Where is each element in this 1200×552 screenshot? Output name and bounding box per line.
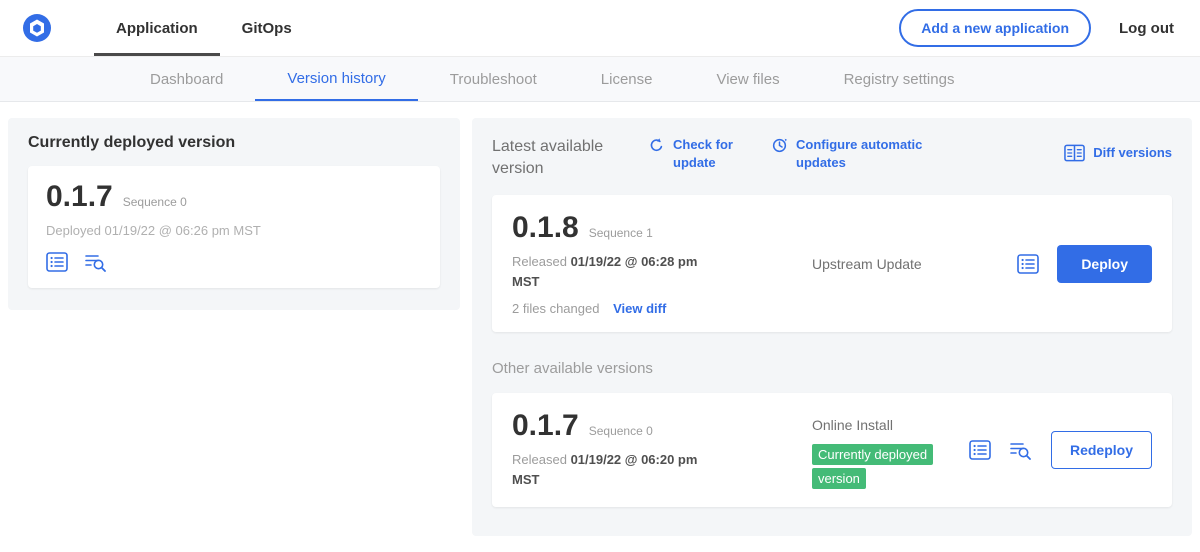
subnav-license[interactable]: License [569, 57, 685, 101]
main-content: Currently deployed version 0.1.7 Sequenc… [0, 102, 1200, 552]
latest-version-card: 0.1.8 Sequence 1 Released 01/19/22 @ 06:… [492, 195, 1172, 332]
deployed-actions [46, 252, 422, 272]
tab-application[interactable]: Application [94, 0, 220, 56]
topnav-right: Add a new application Log out [899, 9, 1174, 47]
currently-deployed-badge: Currently deployed version [812, 444, 933, 489]
available-versions-header: Latest available version Check for updat… [492, 136, 1172, 179]
tab-gitops[interactable]: GitOps [220, 0, 314, 56]
currently-deployed-panel: Currently deployed version 0.1.7 Sequenc… [8, 118, 460, 310]
check-for-update-label: Check for update [673, 136, 745, 171]
other-released-timestamp: Released 01/19/22 @ 06:20 pm MST [512, 450, 717, 489]
latest-version-actions: Deploy [1017, 245, 1152, 283]
currently-deployed-title: Currently deployed version [28, 134, 440, 152]
latest-files-row: 2 files changed View diff [512, 301, 812, 316]
other-version-source: Online Install [812, 417, 893, 433]
configure-updates-button[interactable]: Configure automatic updates [771, 136, 946, 171]
other-version-row: 0.1.7 Sequence 0 [512, 409, 812, 443]
other-version-info: 0.1.7 Sequence 0 Released 01/19/22 @ 06:… [512, 409, 812, 491]
subnav-registry-settings[interactable]: Registry settings [812, 57, 987, 101]
configure-updates-label: Configure automatic updates [796, 136, 946, 171]
subnav-troubleshoot[interactable]: Troubleshoot [418, 57, 569, 101]
currently-deployed-badge-wrap: Currently deployed version [812, 443, 964, 491]
release-notes-icon[interactable] [1017, 254, 1039, 274]
tab-application-label: Application [116, 20, 198, 37]
latest-version-row: 0.1.8 Sequence 1 [512, 211, 812, 245]
top-navbar: Application GitOps Add a new application… [0, 0, 1200, 57]
other-sequence-label: Sequence 0 [589, 424, 653, 438]
deployed-version-row: 0.1.7 Sequence 0 [46, 180, 422, 214]
topnav-tabs: Application GitOps [94, 0, 314, 56]
release-notes-icon[interactable] [46, 252, 68, 272]
check-for-update-button[interactable]: Check for update [648, 136, 745, 171]
latest-version-number: 0.1.8 [512, 211, 579, 245]
latest-sequence-label: Sequence 1 [589, 226, 653, 240]
secondary-navbar: Dashboard Version history Troubleshoot L… [0, 57, 1200, 102]
auto-updates-icon [771, 137, 788, 171]
deployed-sequence-label: Sequence 0 [123, 195, 187, 209]
other-versions-title: Other available versions [492, 360, 1172, 377]
logout-link[interactable]: Log out [1119, 20, 1174, 37]
other-version-number: 0.1.7 [512, 409, 579, 443]
tab-gitops-label: GitOps [242, 20, 292, 37]
available-versions-panel: Latest available version Check for updat… [472, 118, 1192, 536]
view-diff-link[interactable]: View diff [613, 301, 666, 316]
latest-version-source: Upstream Update [812, 256, 1017, 272]
released-label: Released [512, 254, 567, 269]
other-version-card: 0.1.7 Sequence 0 Released 01/19/22 @ 06:… [492, 393, 1172, 507]
redeploy-button[interactable]: Redeploy [1051, 431, 1152, 469]
app-logo-icon [22, 13, 52, 43]
other-version-source-block: Online Install Currently deployed versio… [812, 409, 969, 491]
add-application-button[interactable]: Add a new application [899, 9, 1091, 47]
subnav-view-files[interactable]: View files [684, 57, 811, 101]
diff-icon[interactable] [84, 252, 108, 272]
other-version-actions: Redeploy [969, 431, 1152, 469]
diff-versions-button[interactable]: Diff versions [1064, 143, 1172, 162]
refresh-icon [648, 137, 665, 171]
latest-released-timestamp: Released 01/19/22 @ 06:28 pm MST [512, 252, 717, 291]
deployed-version-number: 0.1.7 [46, 180, 113, 214]
latest-available-title: Latest available version [492, 136, 622, 179]
latest-version-info: 0.1.8 Sequence 1 Released 01/19/22 @ 06:… [512, 211, 812, 316]
deploy-button[interactable]: Deploy [1057, 245, 1152, 283]
diff-icon[interactable] [1009, 440, 1033, 460]
diff-table-icon [1064, 144, 1085, 162]
diff-versions-label: Diff versions [1093, 144, 1172, 162]
release-notes-icon[interactable] [969, 440, 991, 460]
released-label: Released [512, 452, 567, 467]
deployed-timestamp: Deployed 01/19/22 @ 06:26 pm MST [46, 223, 422, 238]
subnav-version-history[interactable]: Version history [255, 57, 417, 101]
files-changed-label: 2 files changed [512, 301, 599, 316]
subnav-dashboard[interactable]: Dashboard [118, 57, 255, 101]
deployed-version-card: 0.1.7 Sequence 0 Deployed 01/19/22 @ 06:… [28, 166, 440, 288]
